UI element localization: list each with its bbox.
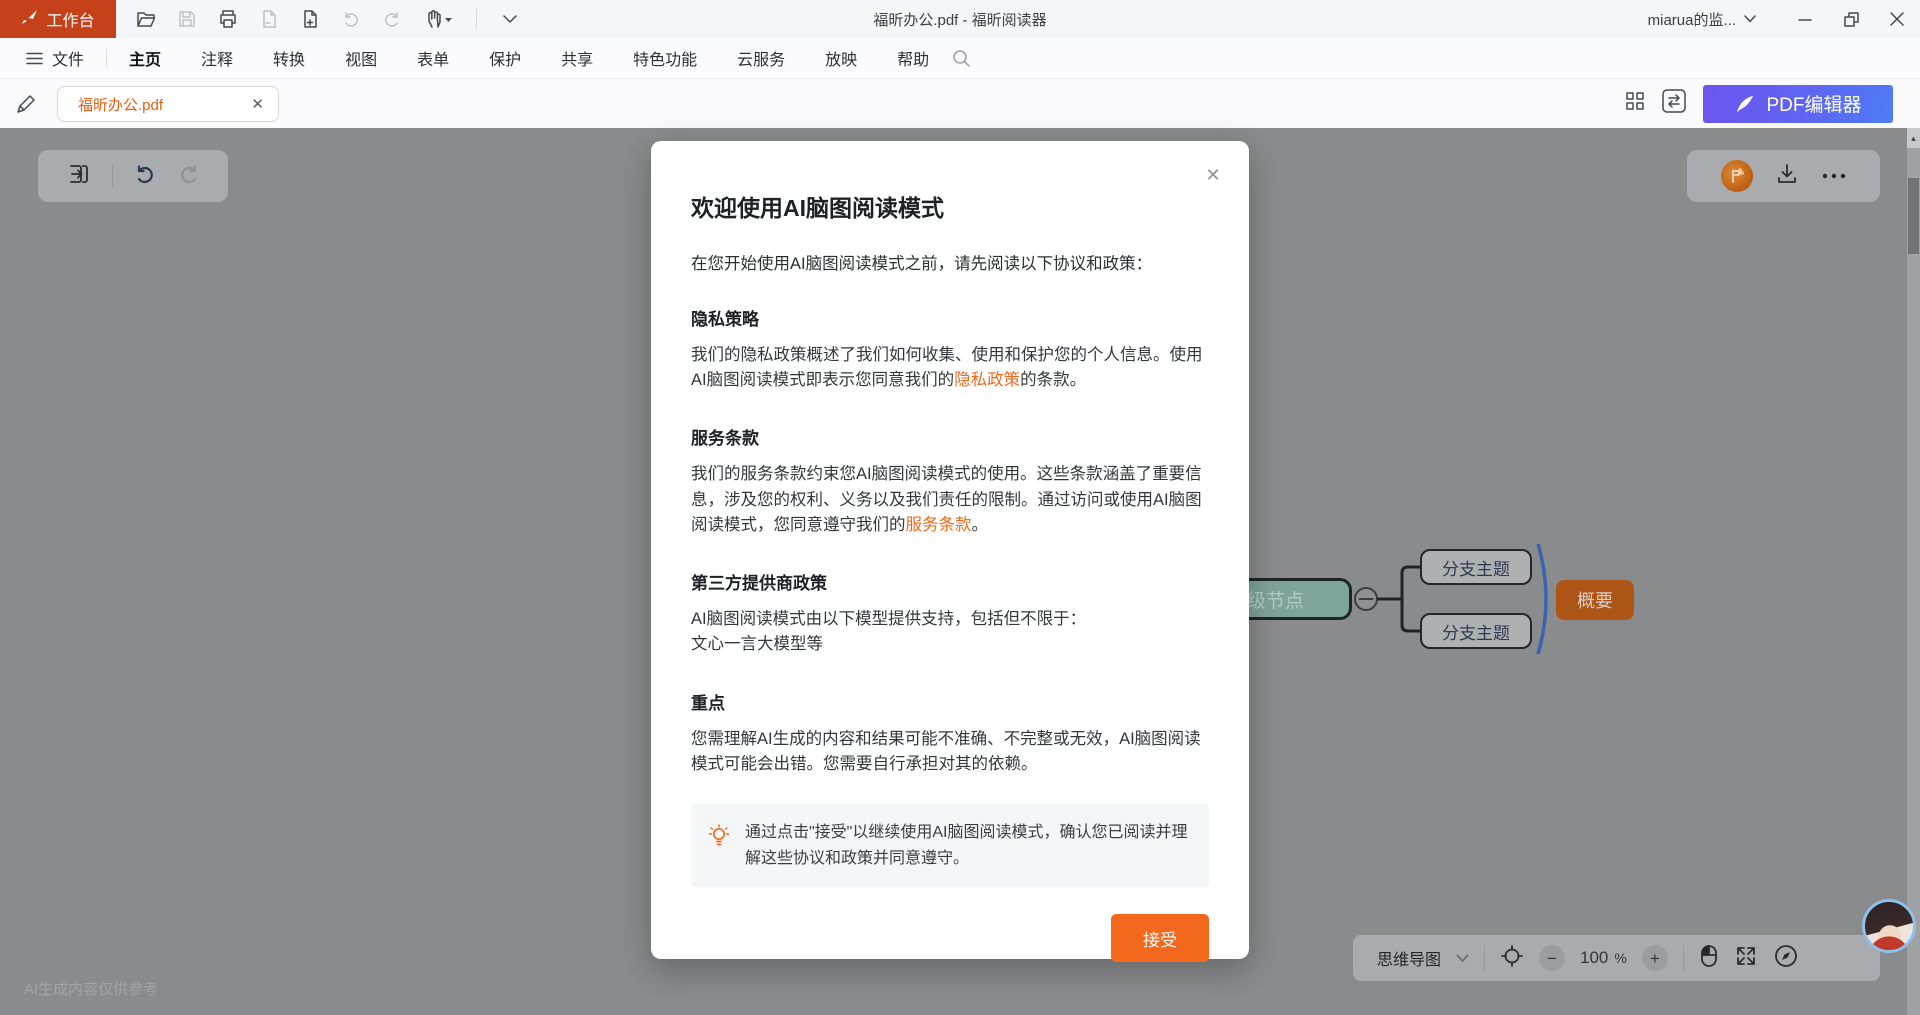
document-tab[interactable]: 福昕办公.pdf ✕ xyxy=(57,86,279,122)
view-mode-select[interactable]: 思维导图 xyxy=(1377,946,1441,970)
tip-text: 通过点击"接受"以继续使用AI脑图阅读模式，确认您已阅读并理解这些协议和政策并同… xyxy=(745,820,1189,871)
menu-item-home[interactable]: 主页 xyxy=(129,46,161,70)
switch-view-icon[interactable] xyxy=(1661,88,1687,119)
tab-bar: 福昕办公.pdf ✕ PDF编辑器 xyxy=(0,79,1920,128)
toolbar-divider xyxy=(1683,945,1684,971)
canvas-toolbar-left xyxy=(38,150,228,202)
minimize-button[interactable] xyxy=(1782,0,1828,38)
ai-disclaimer: AI生成内容仅供参考 xyxy=(24,978,158,999)
menu-divider xyxy=(106,49,107,67)
quill-pen-icon xyxy=(1734,93,1756,115)
tabbar-actions: PDF编辑器 xyxy=(1625,79,1893,128)
hamburger-icon xyxy=(26,52,43,65)
mouse-mode-icon[interactable] xyxy=(1699,944,1719,973)
menu-item-help[interactable]: 帮助 xyxy=(897,46,929,70)
copy-page-button[interactable] xyxy=(257,7,281,31)
mindmap-node-summary[interactable]: 概要 xyxy=(1556,580,1634,620)
zoom-level: 100 % xyxy=(1580,948,1627,968)
menu-items: 主页 注释 转换 视图 表单 保护 共享 特色功能 云服务 放映 帮助 xyxy=(129,46,929,70)
zoom-out-button[interactable]: − xyxy=(1539,945,1565,971)
redo-button[interactable] xyxy=(380,7,404,31)
chevron-down-icon xyxy=(1744,15,1756,23)
overview-compass-icon[interactable] xyxy=(1773,943,1799,974)
tab-close-icon[interactable]: ✕ xyxy=(251,95,264,113)
grid-view-icon[interactable] xyxy=(1625,91,1645,116)
workspace-label: 工作台 xyxy=(46,7,94,31)
account-name: miarua的监... xyxy=(1648,9,1736,30)
ai-mindmap-consent-dialog: ✕ 欢迎使用AI脑图阅读模式 在您开始使用AI脑图阅读模式之前，请先阅读以下协议… xyxy=(651,141,1249,959)
thirdparty-paragraph: AI脑图阅读模式由以下模型提供支持，包括但不限于： 文心一言大模型等 xyxy=(691,607,1209,657)
menu-item-features[interactable]: 特色功能 xyxy=(633,46,697,70)
close-window-button[interactable] xyxy=(1874,0,1920,38)
annotate-pencil-icon[interactable] xyxy=(14,92,38,121)
restore-button[interactable] xyxy=(1828,0,1874,38)
exit-mindmap-icon[interactable] xyxy=(66,161,92,192)
terms-of-service-link[interactable]: 服务条款 xyxy=(906,516,972,534)
print-button[interactable] xyxy=(216,7,240,31)
pill-divider xyxy=(112,164,113,188)
dialog-title: 欢迎使用AI脑图阅读模式 xyxy=(691,189,1209,223)
menu-item-protect[interactable]: 保护 xyxy=(489,46,521,70)
workspace-button[interactable]: 工作台 xyxy=(0,0,116,38)
download-icon[interactable] xyxy=(1775,162,1799,191)
titlebar-right: miarua的监... xyxy=(1648,0,1920,38)
search-icon[interactable] xyxy=(951,48,971,68)
thirdparty-heading: 第三方提供商政策 xyxy=(691,569,1209,594)
assistant-avatar[interactable] xyxy=(1862,899,1916,953)
important-heading: 重点 xyxy=(691,689,1209,714)
privacy-policy-link[interactable]: 隐私政策 xyxy=(954,371,1020,389)
vertical-scrollbar[interactable]: ▲ xyxy=(1907,128,1920,1015)
quick-toolbar xyxy=(134,7,522,31)
app-window: 工作台 xyxy=(0,0,1920,1015)
accept-button[interactable]: 接受 xyxy=(1111,914,1209,962)
mindmap-node-branch-bottom[interactable]: 分支主题 xyxy=(1420,613,1532,649)
menu-item-present[interactable]: 放映 xyxy=(825,46,857,70)
pdf-editor-button[interactable]: PDF编辑器 xyxy=(1703,85,1893,123)
privacy-heading: 隐私策略 xyxy=(691,305,1209,330)
add-page-button[interactable] xyxy=(298,7,322,31)
chevron-down-icon[interactable] xyxy=(1456,954,1469,963)
menu-bar: 文件 主页 注释 转换 视图 表单 保护 共享 特色功能 云服务 放映 帮助 xyxy=(0,38,1920,79)
canvas-bottom-toolbar: 思维导图 − 100 % + xyxy=(1353,935,1880,981)
scrollbar-thumb[interactable] xyxy=(1908,178,1919,254)
fullscreen-icon[interactable] xyxy=(1734,944,1758,973)
undo-button[interactable] xyxy=(339,7,363,31)
ai-mindmap-icon[interactable] xyxy=(1721,160,1753,192)
tip-box: 通过点击"接受"以继续使用AI脑图阅读模式，确认您已阅读并理解这些协议和政策并同… xyxy=(691,804,1209,887)
menu-item-view[interactable]: 视图 xyxy=(345,46,377,70)
privacy-paragraph: 我们的隐私政策概述了我们如何收集、使用和保护您的个人信息。使用AI脑图阅读模式即… xyxy=(691,343,1209,393)
canvas-undo-button[interactable] xyxy=(133,162,157,191)
save-button[interactable] xyxy=(175,7,199,31)
account-menu[interactable]: miarua的监... xyxy=(1648,9,1756,30)
document-tab-title: 福昕办公.pdf xyxy=(78,94,251,115)
more-options-icon[interactable] xyxy=(1821,167,1847,185)
open-file-button[interactable] xyxy=(134,7,158,31)
title-bar: 工作台 xyxy=(0,0,1920,38)
mindmap-node-branch-top[interactable]: 分支主题 xyxy=(1420,549,1532,585)
menu-item-comment[interactable]: 注释 xyxy=(201,46,233,70)
terms-paragraph: 我们的服务条款约束您AI脑图阅读模式的使用。这些条款涵盖了重要信息，涉及您的权利… xyxy=(691,462,1209,538)
canvas-redo-button[interactable] xyxy=(177,162,201,191)
dialog-close-icon[interactable]: ✕ xyxy=(1201,163,1225,187)
terms-heading: 服务条款 xyxy=(691,424,1209,449)
canvas-toolbar-right xyxy=(1687,150,1880,202)
lightbulb-icon xyxy=(707,823,731,849)
foxit-logo-icon xyxy=(21,9,39,30)
center-map-icon[interactable] xyxy=(1500,944,1524,973)
menu-item-convert[interactable]: 转换 xyxy=(273,46,305,70)
menu-item-form[interactable]: 表单 xyxy=(417,46,449,70)
menu-item-cloud[interactable]: 云服务 xyxy=(737,46,785,70)
zoom-in-button[interactable]: + xyxy=(1642,945,1668,971)
hand-tool-button[interactable] xyxy=(421,7,455,31)
toolbar-divider xyxy=(476,9,477,29)
menu-item-file[interactable]: 文件 xyxy=(26,46,84,70)
dialog-footer: 接受 xyxy=(691,914,1209,962)
dialog-intro: 在您开始使用AI脑图阅读模式之前，请先阅读以下协议和政策： xyxy=(691,250,1209,274)
collapse-ribbon-icon[interactable] xyxy=(498,7,522,31)
menu-item-share[interactable]: 共享 xyxy=(561,46,593,70)
important-paragraph: 您需理解AI生成的内容和结果可能不准确、不完整或无效，AI脑图阅读模式可能会出错… xyxy=(691,727,1209,777)
scroll-up-arrow[interactable]: ▲ xyxy=(1907,128,1920,148)
toolbar-divider xyxy=(1484,945,1485,971)
